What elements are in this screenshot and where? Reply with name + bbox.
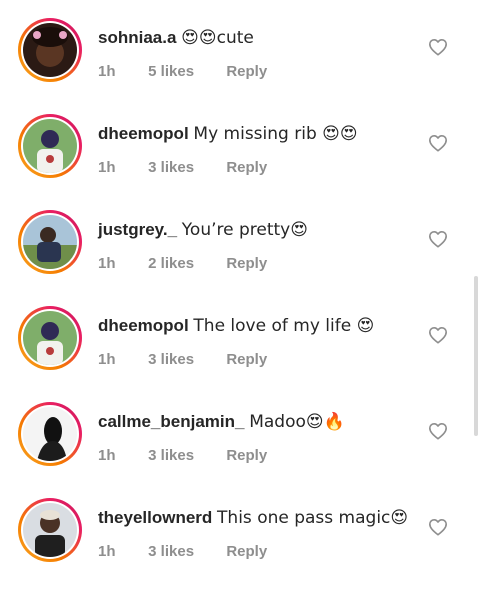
comment-likes[interactable]: 3 likes (148, 351, 222, 368)
comment-text: This one pass magic😍 (217, 508, 409, 528)
comment-meta: 1h 3 likes Reply (98, 447, 267, 464)
comment-time: 1h (98, 351, 116, 368)
avatar-image (23, 23, 77, 77)
comment-username[interactable]: callme_benjamin_ (98, 412, 244, 431)
heart-outline-icon[interactable] (428, 134, 448, 152)
heart-outline-icon[interactable] (428, 518, 448, 536)
comment-text: My missing rib 😍😍 (193, 124, 358, 144)
comment-username[interactable]: dheemopol (98, 124, 189, 143)
comment-likes[interactable]: 5 likes (148, 63, 222, 80)
avatar[interactable] (18, 306, 82, 370)
comment-item: justgrey._ You’re pretty😍 1h 2 likes Rep… (0, 210, 480, 306)
avatar-image (23, 407, 77, 461)
comment-username[interactable]: dheemopol (98, 316, 189, 335)
avatar[interactable] (18, 402, 82, 466)
comment-likes[interactable]: 3 likes (148, 447, 222, 464)
avatar-image (23, 311, 77, 365)
comment-text-line: callme_benjamin_ Madoo😍🔥 (98, 412, 345, 432)
reply-button[interactable]: Reply (226, 159, 267, 176)
comment-text-line: sohniaa.a 😍😍cute (98, 28, 254, 48)
reply-button[interactable]: Reply (226, 447, 267, 464)
comment-item: dheemopol The love of my life 😍 1h 3 lik… (0, 306, 480, 402)
heart-outline-icon[interactable] (428, 38, 448, 56)
comment-meta: 1h 5 likes Reply (98, 63, 267, 80)
heart-outline-icon[interactable] (428, 326, 448, 344)
comment-username[interactable]: theyellownerd (98, 508, 212, 527)
comment-item: callme_benjamin_ Madoo😍🔥 1h 3 likes Repl… (0, 402, 480, 498)
comment-likes[interactable]: 2 likes (148, 255, 222, 272)
avatar-image (23, 503, 77, 557)
comment-time: 1h (98, 255, 116, 272)
comment-username[interactable]: justgrey._ (98, 220, 177, 239)
comment-time: 1h (98, 543, 116, 560)
comment-text-line: dheemopol The love of my life 😍 (98, 316, 374, 336)
comment-text-line: dheemopol My missing rib 😍😍 (98, 124, 358, 144)
comment-item: sohniaa.a 😍😍cute 1h 5 likes Reply (0, 18, 480, 114)
comment-text: The love of my life 😍 (193, 316, 375, 336)
avatar-image (23, 119, 77, 173)
comment-meta: 1h 2 likes Reply (98, 255, 267, 272)
comment-meta: 1h 3 likes Reply (98, 351, 267, 368)
reply-button[interactable]: Reply (226, 351, 267, 368)
comment-text-line: justgrey._ You’re pretty😍 (98, 220, 308, 240)
avatar[interactable] (18, 114, 82, 178)
comment-item: theyellownerd This one pass magic😍 1h 3 … (0, 498, 480, 594)
reply-button[interactable]: Reply (226, 543, 267, 560)
comment-time: 1h (98, 447, 116, 464)
comment-text: You’re pretty😍 (181, 220, 308, 240)
heart-outline-icon[interactable] (428, 422, 448, 440)
avatar[interactable] (18, 498, 82, 562)
comment-text: Madoo😍🔥 (249, 412, 345, 432)
comment-likes[interactable]: 3 likes (148, 543, 222, 560)
scrollbar[interactable] (474, 276, 478, 436)
comment-time: 1h (98, 159, 116, 176)
comment-text: 😍😍cute (181, 28, 254, 48)
reply-button[interactable]: Reply (226, 63, 267, 80)
heart-outline-icon[interactable] (428, 230, 448, 248)
comment-likes[interactable]: 3 likes (148, 159, 222, 176)
comment-time: 1h (98, 63, 116, 80)
avatar[interactable] (18, 18, 82, 82)
comment-text-line: theyellownerd This one pass magic😍 (98, 508, 408, 528)
comment-meta: 1h 3 likes Reply (98, 543, 267, 560)
reply-button[interactable]: Reply (226, 255, 267, 272)
avatar[interactable] (18, 210, 82, 274)
comment-meta: 1h 3 likes Reply (98, 159, 267, 176)
avatar-image (23, 215, 77, 269)
comment-username[interactable]: sohniaa.a (98, 28, 176, 47)
comment-item: dheemopol My missing rib 😍😍 1h 3 likes R… (0, 114, 480, 210)
